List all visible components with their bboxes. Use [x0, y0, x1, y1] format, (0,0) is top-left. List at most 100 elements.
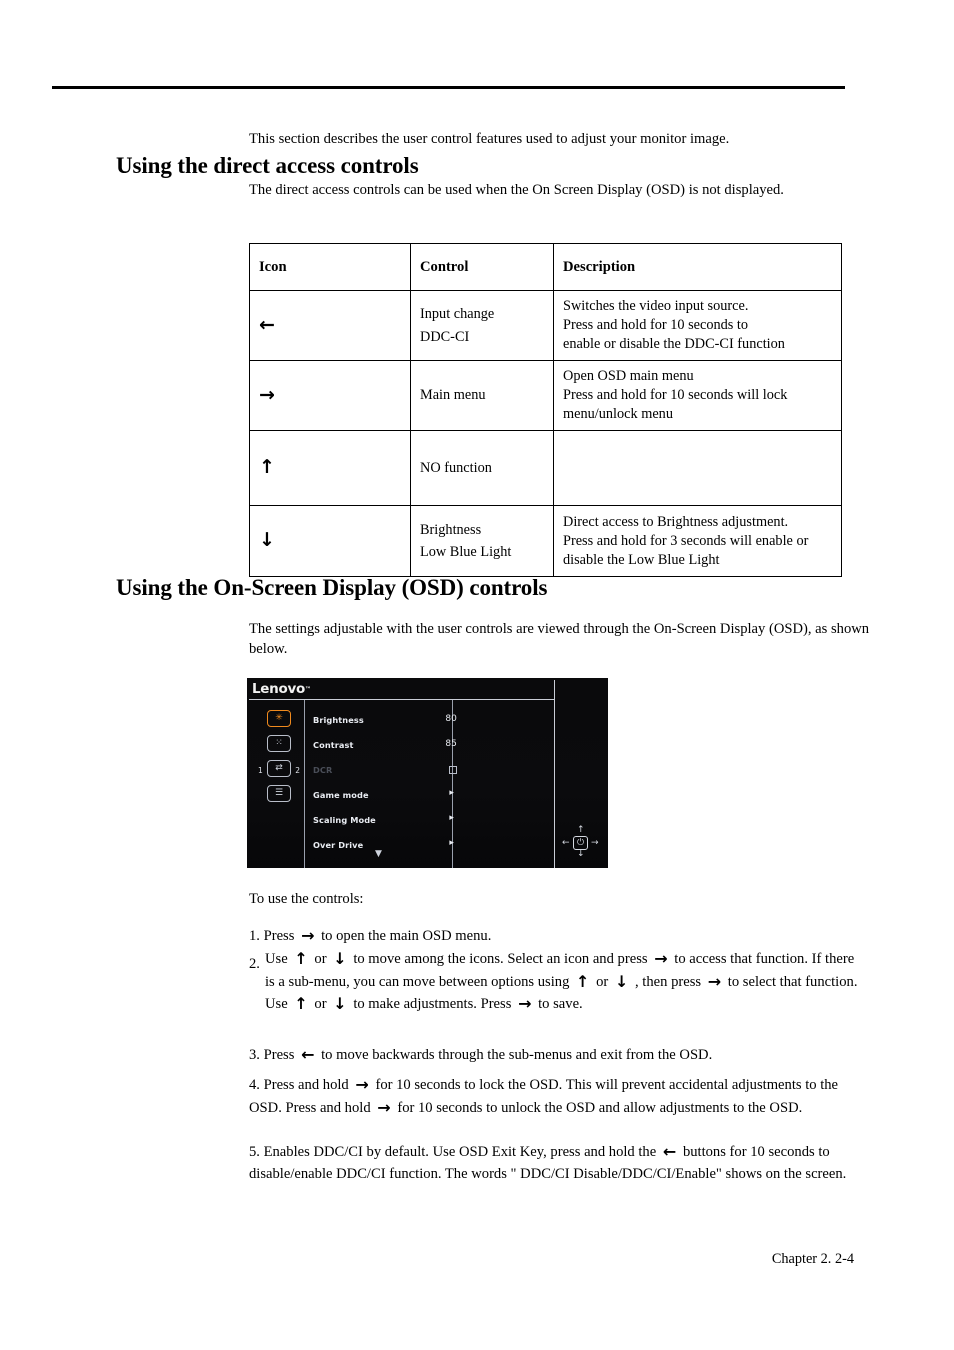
image-properties-glyph: ⁙ — [275, 738, 283, 748]
header-divider — [52, 86, 845, 89]
step2-t5: or — [596, 973, 609, 990]
osd-icon-column: ✳ ⁙ 1 ⇄ 2 ☰ — [257, 710, 301, 810]
lenovo-logo: Lenovo™ — [252, 681, 311, 697]
direct-access-subtext: The direct access controls can be used w… — [249, 182, 784, 198]
control-cell: Input change DDC-CI — [410, 290, 554, 361]
step3-lead: 3. Press — [249, 1047, 295, 1063]
control-cell: NO function — [410, 430, 554, 506]
control-line: NO function — [420, 459, 492, 476]
section-heading-osd: Using the On-Screen Display (OSD) contro… — [116, 575, 548, 600]
control-line: DDC-CI — [420, 328, 470, 345]
osd-menu-label: DCR — [313, 765, 333, 775]
step5-lead: 5. Enables DDC/CI by default. Use OSD Ex… — [249, 1144, 657, 1160]
instruction-step-5: 5. Enables DDC/CI by default. Use OSD Ex… — [249, 1141, 859, 1184]
left-arrow-icon: ← — [301, 1045, 315, 1064]
description-cell: Direct access to Brightness adjustment. … — [553, 505, 842, 577]
left-arrow-glyph: ← — [259, 313, 275, 336]
osd-icon-item-brightness[interactable]: ✳ — [257, 710, 301, 735]
control-line: Main menu — [420, 387, 486, 404]
right-arrow-icon: → — [654, 949, 668, 968]
osd-menu-item-dcr[interactable]: DCR — [313, 758, 457, 783]
options-menu-icon[interactable]: ☰ — [267, 785, 291, 802]
osd-menu-list: Brightness 80 Contrast 85 DCR Game mode … — [313, 708, 457, 858]
up-arrow-icon: ↑ — [576, 971, 590, 991]
table-row: ↑ NO function — [249, 430, 842, 506]
trademark-symbol: ™ — [304, 686, 311, 693]
osd-icon-item-options[interactable]: ☰ — [257, 785, 301, 810]
osd-icon-item-image[interactable]: ⁙ — [257, 735, 301, 760]
step2-t9: to make adjustments. Press — [353, 996, 512, 1013]
description-line: menu/unlock menu — [563, 406, 673, 422]
description-cell: Switches the video input source. Press a… — [553, 290, 842, 361]
osd-top-divider — [249, 699, 554, 700]
step2-t6: , then press — [635, 973, 702, 990]
step2-t3: to move among the icons. Select an icon … — [353, 951, 648, 967]
up-arrow-icon: ↑ — [294, 949, 308, 968]
input-source-label-2: 2 — [295, 766, 300, 775]
page-footer: Chapter 2. 2-4 — [771, 1251, 854, 1267]
description-cell: Open OSD main menu Press and hold for 10… — [553, 360, 842, 431]
step2-t1: Use — [265, 951, 288, 967]
control-line: Brightness — [420, 521, 482, 538]
down-arrow-icon: ↓ — [249, 505, 411, 577]
control-line: Low Blue Light — [420, 544, 512, 560]
description-line: Open OSD main menu — [563, 368, 694, 384]
down-arrow-icon: ↓ — [333, 949, 347, 968]
osd-icon-column-divider — [304, 700, 305, 868]
osd-menu-label: Game mode — [313, 790, 369, 800]
osd-menu-item-contrast[interactable]: Contrast 85 — [313, 733, 457, 758]
nav-right-arrow-icon: → — [591, 838, 599, 848]
description-cell-empty — [553, 430, 842, 506]
control-line: Input change — [420, 306, 495, 323]
control-cell: Brightness Low Blue Light — [410, 505, 554, 577]
step2-number: 2. — [249, 956, 260, 972]
osd-menu-item-brightness[interactable]: Brightness 80 — [313, 708, 457, 733]
right-arrow-icon: → — [518, 994, 532, 1014]
submenu-arrow-icon: ▸ — [449, 788, 454, 798]
right-arrow-icon: → — [707, 971, 722, 991]
step2-body: Use ↑ or ↓ to move among the icons. Sele… — [265, 948, 859, 1016]
step1-lead: 1. Press — [249, 928, 295, 944]
input-signal-icon[interactable]: ⇄ — [267, 760, 291, 777]
up-arrow-glyph: ↑ — [259, 456, 275, 478]
brightness-contrast-icon[interactable]: ✳ — [267, 710, 291, 727]
direct-access-controls-table: Icon Control Description ← Input change … — [249, 243, 842, 577]
description-line: Press and hold for 10 seconds to — [563, 317, 749, 333]
dcr-checkbox[interactable] — [449, 766, 457, 774]
input-signal-glyph: ⇄ — [275, 763, 283, 773]
left-arrow-icon: ← — [662, 1142, 677, 1161]
left-arrow-icon: ← — [249, 290, 411, 361]
right-arrow-icon: → — [355, 1075, 369, 1094]
right-arrow-icon: → — [301, 926, 315, 945]
step4-lead: 4. Press and hold — [249, 1077, 349, 1093]
nav-up-arrow-icon: ↑ — [577, 825, 585, 835]
intro-paragraph: This section describes the user control … — [249, 131, 730, 147]
step2-t8: or — [314, 996, 327, 1013]
step4-t2: for 10 seconds to unlock the OSD and all… — [397, 1099, 803, 1116]
up-arrow-icon: ↑ — [294, 994, 308, 1014]
description-line: disable the Low Blue Light — [563, 551, 720, 568]
osd-right-divider — [554, 680, 555, 868]
osd-menu-item-scaling-mode[interactable]: Scaling Mode ▸ — [313, 808, 454, 833]
image-properties-icon[interactable]: ⁙ — [267, 735, 291, 752]
control-cell: Main menu — [410, 360, 554, 431]
step1-rest: to open the main OSD menu. — [321, 928, 492, 944]
osd-icon-item-input[interactable]: 1 ⇄ 2 — [257, 760, 301, 785]
column-header-icon: Icon — [249, 243, 411, 291]
options-menu-glyph: ☰ — [274, 788, 284, 798]
brightness-contrast-glyph: ✳ — [275, 713, 283, 723]
down-arrow-icon: ↓ — [614, 971, 629, 991]
table-row: ↓ Brightness Low Blue Light Direct acces… — [249, 505, 842, 577]
osd-menu-value: 85 — [445, 739, 457, 749]
osd-subtext: The settings adjustable with the user co… — [249, 621, 870, 657]
osd-menu-item-game-mode[interactable]: Game mode ▸ — [313, 783, 454, 808]
instruction-step-3: 3. Press ← to move backwards through the… — [249, 1044, 849, 1067]
scroll-down-icon[interactable]: ▼ — [375, 850, 382, 859]
description-line: Direct access to Brightness adjustment. — [563, 513, 789, 530]
column-header-control: Control — [410, 243, 554, 291]
submenu-arrow-icon: ▸ — [449, 813, 454, 823]
nav-left-arrow-icon: ← — [562, 838, 570, 848]
instructions-intro: To use the controls: — [249, 891, 364, 907]
description-line: Press and hold for 10 seconds will lock — [563, 387, 788, 403]
description-line: Press and hold for 3 seconds will enable… — [563, 532, 809, 549]
